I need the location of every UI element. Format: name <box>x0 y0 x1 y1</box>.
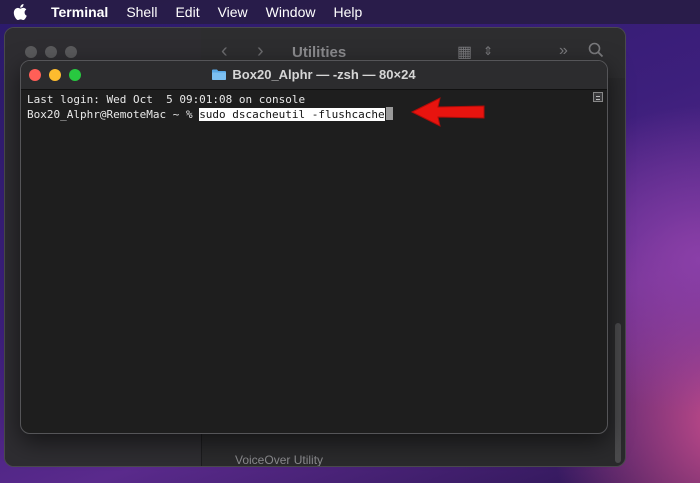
menu-help[interactable]: Help <box>324 0 371 24</box>
finder-close-button[interactable] <box>25 46 37 58</box>
finder-minimize-button[interactable] <box>45 46 57 58</box>
more-chevrons-icon[interactable]: » <box>559 42 568 60</box>
terminal-window: Box20_Alphr — -zsh — 80×24 Last login: W… <box>20 60 608 434</box>
red-arrow-icon <box>410 97 485 127</box>
view-grid-icon[interactable]: ▦ <box>457 42 472 62</box>
menu-window[interactable]: Window <box>257 0 325 24</box>
menu-terminal[interactable]: Terminal <box>40 0 117 24</box>
text-cursor <box>385 107 393 120</box>
terminal-title: Box20_Alphr — -zsh — 80×24 <box>21 67 607 82</box>
sort-chevron-icon[interactable]: ⇕ <box>483 44 493 58</box>
last-login-line: Last login: Wed Oct 5 09:01:08 on consol… <box>27 93 306 106</box>
typed-command[interactable]: sudo dscacheutil -flushcache <box>199 108 385 121</box>
shell-prompt: Box20_Alphr@RemoteMac ~ % <box>27 108 200 121</box>
finder-maximize-button[interactable] <box>65 46 77 58</box>
terminal-title-text: Box20_Alphr — -zsh — 80×24 <box>232 67 416 82</box>
folder-icon <box>212 69 227 80</box>
finder-list-item[interactable]: VoiceOver Utility <box>235 453 323 466</box>
menu-edit[interactable]: Edit <box>166 0 208 24</box>
finder-scrollbar[interactable] <box>615 323 621 463</box>
terminal-scroll-button[interactable] <box>593 92 603 102</box>
terminal-output[interactable]: Last login: Wed Oct 5 09:01:08 on consol… <box>27 93 593 433</box>
menu-view[interactable]: View <box>209 0 257 24</box>
apple-logo-icon[interactable] <box>0 4 40 20</box>
menu-bar: Terminal Shell Edit View Window Help <box>0 0 700 24</box>
finder-title: Utilities <box>292 44 347 61</box>
prompt-line: Box20_Alphr@RemoteMac ~ % sudo dscacheut… <box>27 107 593 122</box>
menu-shell[interactable]: Shell <box>117 0 166 24</box>
terminal-titlebar[interactable]: Box20_Alphr — -zsh — 80×24 <box>21 61 607 90</box>
